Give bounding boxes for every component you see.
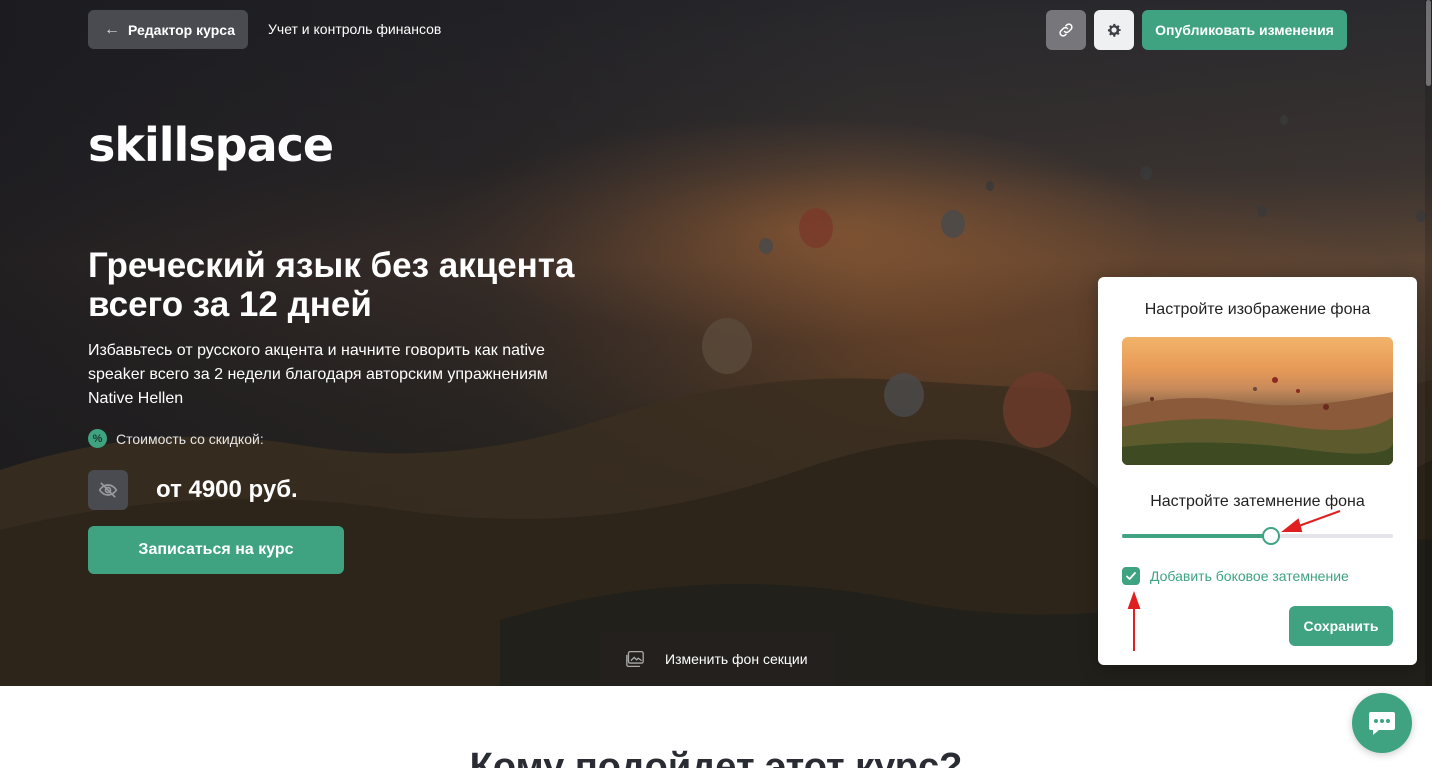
copy-link-button[interactable] bbox=[1046, 10, 1086, 50]
side-dim-checkbox[interactable] bbox=[1122, 567, 1140, 585]
chat-icon bbox=[1369, 712, 1395, 735]
arrow-left-icon: ← bbox=[104, 20, 120, 38]
course-title: Греческий язык без акцента всего за 12 д… bbox=[88, 246, 575, 324]
skillspace-logo: skillspace bbox=[88, 118, 334, 172]
checkmark-icon bbox=[1126, 572, 1136, 580]
course-subtitle: Избавьтесь от русского акцента и начните… bbox=[88, 342, 548, 407]
enroll-button[interactable]: Записаться на курс bbox=[88, 526, 344, 574]
side-dim-option[interactable]: Добавить боковое затемнение bbox=[1122, 567, 1349, 585]
slider-fill bbox=[1122, 534, 1272, 538]
chat-button[interactable] bbox=[1352, 693, 1412, 753]
percent-badge-icon: % bbox=[88, 429, 107, 448]
back-button-label: Редактор курса bbox=[128, 21, 236, 38]
price: от 4900 руб. bbox=[156, 476, 298, 503]
dim-slider[interactable] bbox=[1122, 527, 1393, 545]
gear-icon bbox=[1107, 23, 1121, 37]
discount-label: Стоимость со скидкой: bbox=[116, 430, 264, 447]
slider-knob[interactable] bbox=[1262, 527, 1281, 545]
side-dim-label: Добавить боковое затемнение bbox=[1150, 568, 1349, 584]
back-to-editor-button[interactable]: ← Редактор курса bbox=[88, 10, 248, 49]
publish-changes-button[interactable]: Опубликовать изменения bbox=[1142, 10, 1347, 50]
settings-button[interactable] bbox=[1094, 10, 1134, 50]
toggle-price-visibility-button[interactable] bbox=[88, 470, 128, 510]
link-icon bbox=[1059, 23, 1073, 37]
scrollbar[interactable] bbox=[1425, 0, 1432, 686]
dim-title: Настройте затемнение фона bbox=[1150, 493, 1365, 510]
discount-label-row: % Стоимость со скидкой: bbox=[88, 429, 264, 448]
image-icon bbox=[626, 650, 644, 668]
save-button[interactable]: Сохранить bbox=[1289, 606, 1393, 646]
change-background-label: Изменить фон секции bbox=[665, 651, 808, 667]
section-heading: Кому подойдет этот курс? bbox=[469, 746, 963, 768]
change-section-background-button[interactable]: Изменить фон секции bbox=[601, 632, 835, 686]
background-image-preview[interactable] bbox=[1122, 337, 1393, 465]
panel-title: Настройте изображение фона bbox=[1144, 301, 1371, 318]
scrollbar-thumb[interactable] bbox=[1426, 0, 1431, 86]
course-name: Учет и контроль финансов bbox=[268, 21, 442, 37]
eye-off-icon bbox=[98, 482, 118, 498]
background-settings-panel: Настройте изображение фона Настройте зат… bbox=[1098, 277, 1417, 665]
